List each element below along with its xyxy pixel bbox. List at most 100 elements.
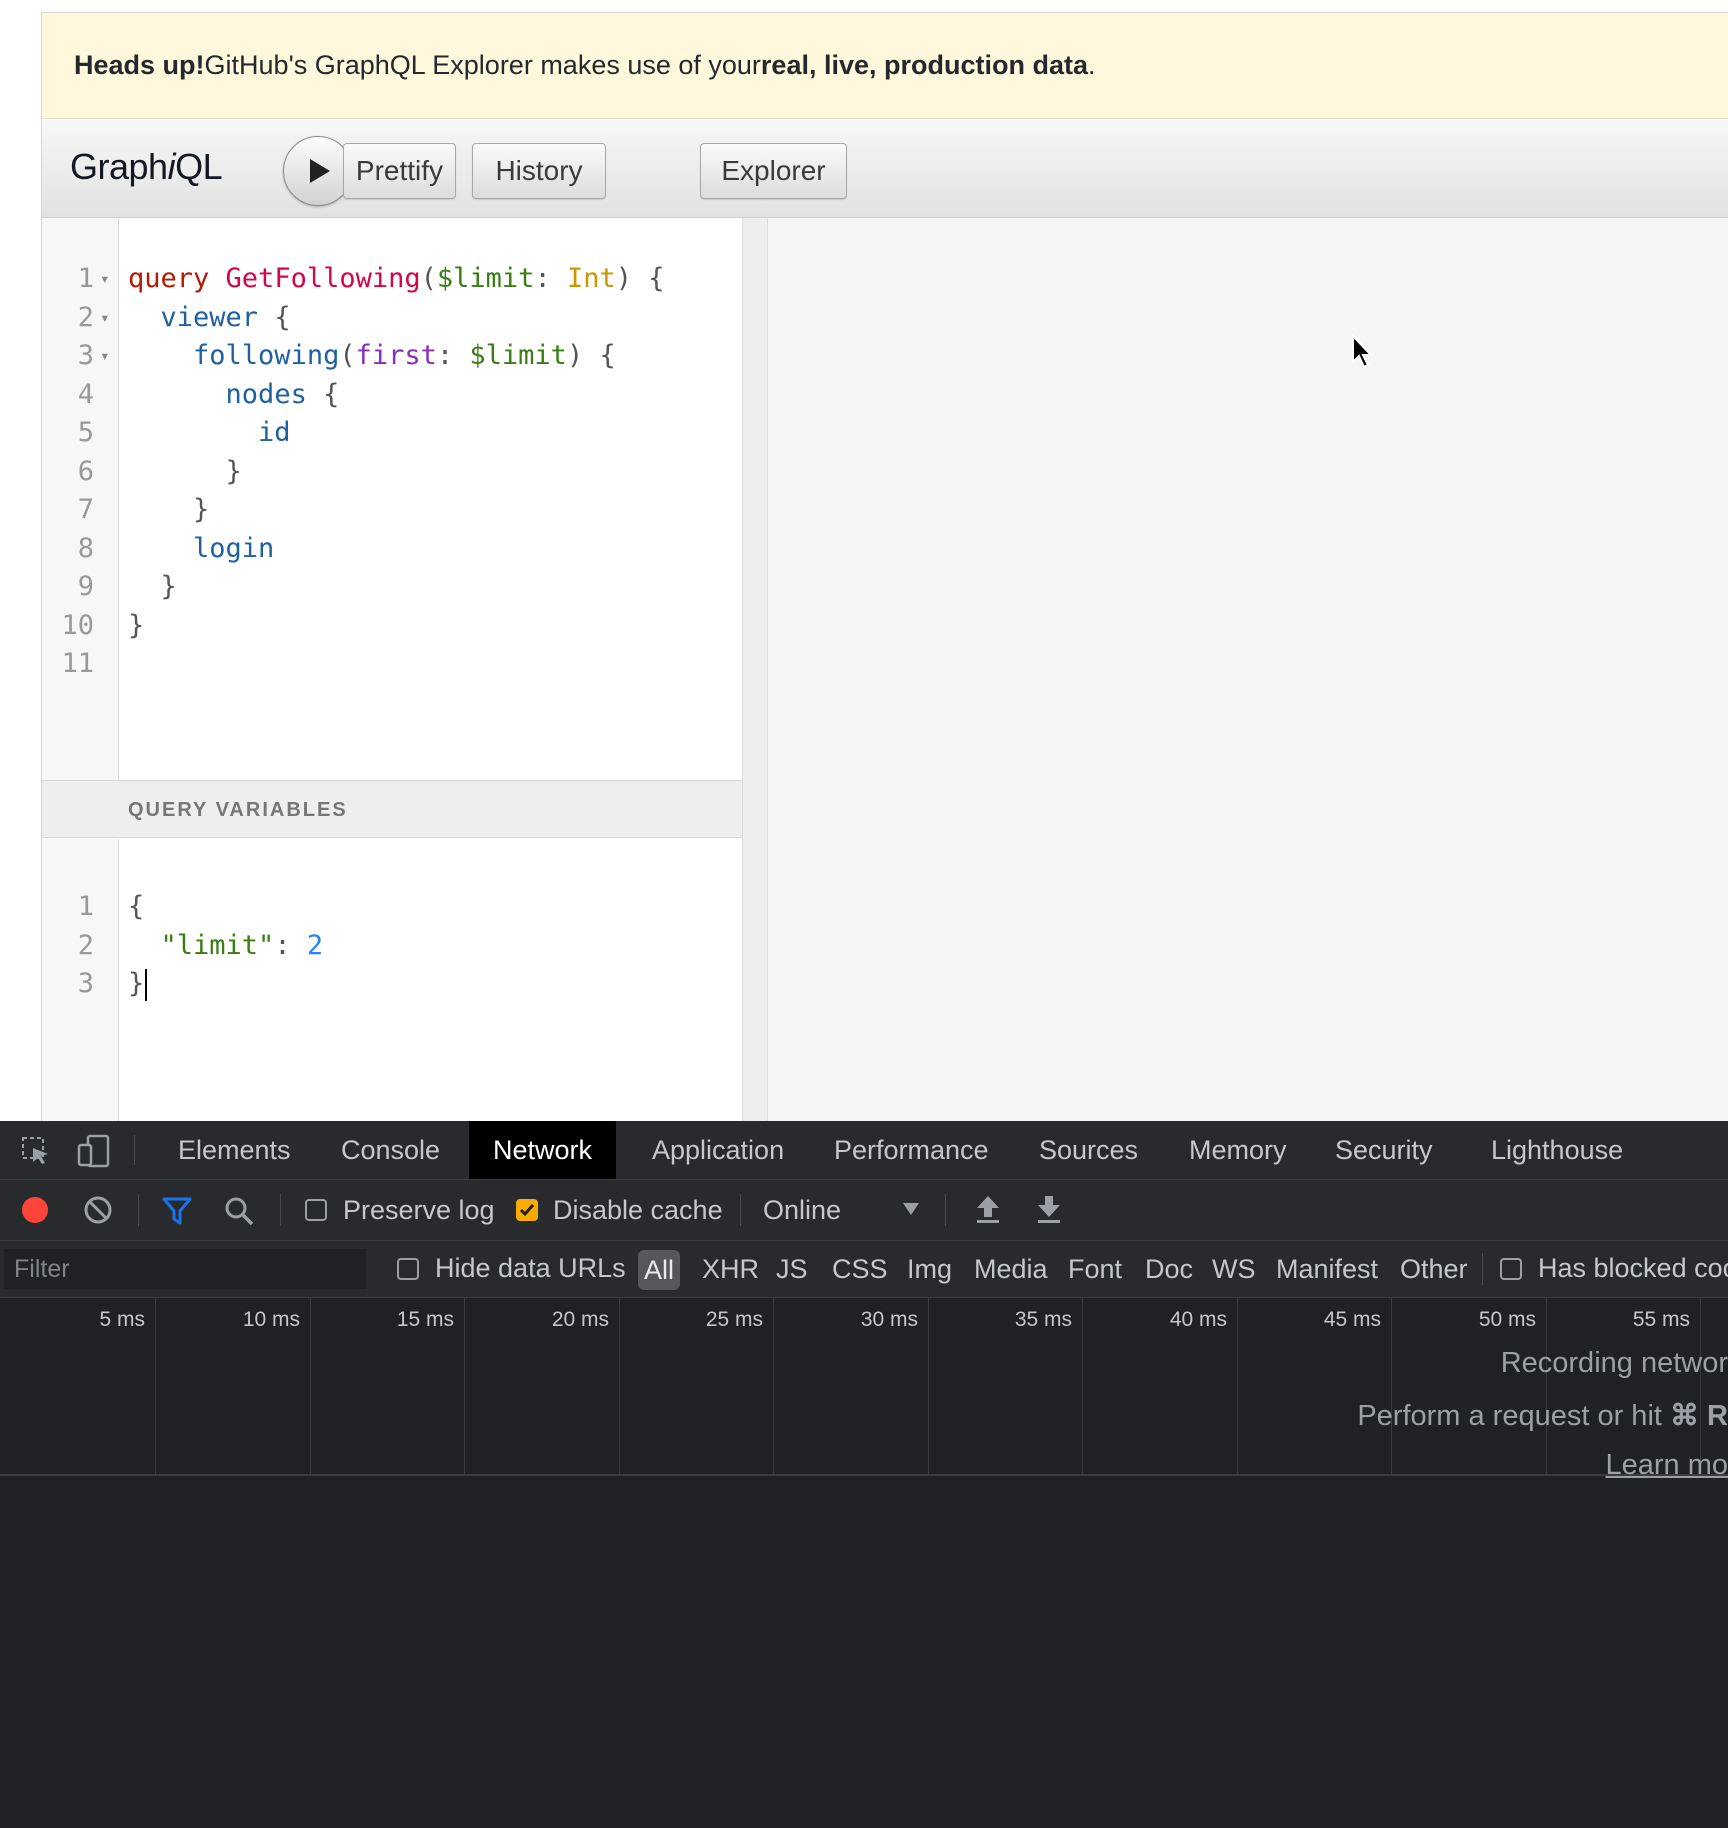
- banner-strong-lead: Heads up!: [74, 50, 205, 80]
- prettify-button[interactable]: Prettify: [343, 143, 456, 199]
- line-number: 5: [77, 417, 94, 448]
- timeline-tick-label: 20 ms: [551, 1308, 609, 1331]
- filter-input[interactable]: [4, 1249, 366, 1289]
- import-har-icon[interactable]: [973, 1193, 1003, 1225]
- query-variables-title: QUERY VARIABLES: [128, 799, 348, 821]
- code-text: login: [193, 532, 275, 564]
- text-caret: [145, 968, 148, 1001]
- code-text: nodes {: [225, 378, 340, 410]
- reload-shortcut: ⌘ R: [1670, 1400, 1728, 1432]
- timeline-tick-label: 5 ms: [99, 1308, 145, 1331]
- query-editor[interactable]: 1 ▾ query GetFollowing($limit: Int) {2 ▾ vi…: [42, 218, 742, 1121]
- banner-text: GitHub's GraphQL Explorer makes use of y…: [204, 50, 761, 80]
- search-icon[interactable]: [223, 1195, 255, 1227]
- warning-banner: Heads up! GitHub's GraphQL Explorer make…: [42, 13, 1728, 119]
- fold-toggle-icon[interactable]: ▾: [100, 260, 110, 298]
- timeline-gridline: [928, 1298, 929, 1474]
- filter-type-doc[interactable]: Doc: [1145, 1241, 1193, 1297]
- timeline-gridline: [1700, 1298, 1701, 1474]
- devtools-tab-memory[interactable]: Memory: [1165, 1121, 1311, 1179]
- disable-cache-label[interactable]: Disable cache: [553, 1195, 723, 1226]
- timeline-gridline: [1082, 1298, 1083, 1474]
- explorer-button[interactable]: Explorer: [700, 143, 847, 199]
- filter-type-ws[interactable]: WS: [1212, 1241, 1256, 1297]
- network-toolbar: Preserve log Disable cache Online: [0, 1180, 1728, 1241]
- line-number: 6: [77, 455, 94, 487]
- has-blocked-cookies-label[interactable]: Has blocked coo: [1538, 1253, 1728, 1284]
- dropdown-arrow-icon[interactable]: [902, 1202, 920, 1216]
- line-number: 1: [77, 891, 94, 922]
- timeline-tick-label: 50 ms: [1478, 1308, 1536, 1331]
- devtools-tab-application[interactable]: Application: [628, 1121, 808, 1179]
- record-icon[interactable]: [20, 1195, 50, 1225]
- devtools-tab-performance[interactable]: Performance: [810, 1121, 1013, 1179]
- preserve-log-label[interactable]: Preserve log: [343, 1195, 495, 1226]
- preserve-log-checkbox[interactable]: [305, 1199, 327, 1221]
- timeline-tick-label: 55 ms: [1632, 1308, 1690, 1331]
- has-blocked-cookies-checkbox[interactable]: [1500, 1258, 1522, 1280]
- filter-type-font[interactable]: Font: [1068, 1241, 1122, 1297]
- timeline-gridline: [1237, 1298, 1238, 1474]
- code-text: viewer {: [160, 301, 291, 333]
- timeline-tick-label: 10 ms: [242, 1308, 300, 1331]
- filter-icon[interactable]: [162, 1196, 192, 1226]
- browser-page: Heads up! GitHub's GraphQL Explorer make…: [0, 0, 1728, 1121]
- line-number: 1: [77, 263, 94, 294]
- line-number: 3: [77, 968, 94, 999]
- network-overview-timeline[interactable]: 5 ms 10 ms 15 ms 20 ms 25 ms 30 ms 35 ms 40 ms 4…: [0, 1298, 1728, 1476]
- query-variables-header[interactable]: QUERY VARIABLES: [42, 780, 742, 838]
- line-number: 3: [77, 340, 94, 371]
- device-toolbar-icon[interactable]: [76, 1133, 112, 1169]
- code-text: "limit": 2: [160, 929, 324, 961]
- devtools-tab-elements[interactable]: Elements: [154, 1121, 315, 1179]
- inspect-element-icon[interactable]: [20, 1135, 52, 1167]
- timeline-tick-label: 45 ms: [1323, 1308, 1381, 1331]
- devtools-tab-bar: Elements Console Network Application Perform…: [0, 1121, 1728, 1180]
- devtools-tab-console[interactable]: Console: [317, 1121, 464, 1179]
- code-text: }: [128, 571, 177, 602]
- timeline-tick-label: 35 ms: [1014, 1308, 1072, 1331]
- devtools-tab-sources[interactable]: Sources: [1015, 1121, 1162, 1179]
- fold-toggle-icon[interactable]: ▾: [100, 299, 110, 337]
- hide-data-urls-checkbox[interactable]: [397, 1258, 419, 1280]
- filter-type-xhr[interactable]: XHR: [702, 1241, 759, 1297]
- timeline-gridline: [310, 1298, 311, 1474]
- devtools-tab-security[interactable]: Security: [1311, 1121, 1457, 1179]
- filter-type-manifest[interactable]: Manifest: [1276, 1241, 1378, 1297]
- line-number: 8: [77, 532, 94, 564]
- timeline-tick-label: 40 ms: [1169, 1308, 1227, 1331]
- timeline-tick-label: 15 ms: [396, 1308, 454, 1331]
- throttling-select[interactable]: Online: [763, 1195, 841, 1226]
- network-filter-bar: Hide data URLs All XHR JS CSS Img Media Font Do…: [0, 1241, 1728, 1298]
- devtools-tab-lighthouse[interactable]: Lighthouse: [1467, 1121, 1647, 1179]
- banner-text-end: .: [1088, 50, 1096, 80]
- play-icon: [310, 159, 330, 183]
- timeline-tick-label: 30 ms: [860, 1308, 918, 1331]
- fold-toggle-icon[interactable]: ▾: [100, 337, 110, 375]
- clear-icon[interactable]: [83, 1195, 113, 1225]
- line-number: 7: [77, 494, 94, 525]
- graphiql-toolbar: GraphiQL Prettify History Explorer: [42, 120, 1728, 218]
- pane-resize-handle[interactable]: [742, 218, 768, 1121]
- devtools-tab-network[interactable]: Network: [469, 1121, 617, 1179]
- code-text: }: [128, 965, 148, 1003]
- result-pane: [768, 218, 1728, 1121]
- graphiql-title: GraphiQL: [70, 146, 223, 187]
- filter-type-img[interactable]: Img: [907, 1241, 952, 1297]
- export-har-icon[interactable]: [1034, 1193, 1064, 1225]
- filter-type-css[interactable]: CSS: [832, 1241, 888, 1297]
- history-button[interactable]: History: [472, 143, 606, 199]
- devtools-panel: Elements Console Network Application Perform…: [0, 1121, 1728, 1828]
- line-number: 4: [77, 378, 94, 410]
- hide-data-urls-label[interactable]: Hide data URLs: [435, 1253, 626, 1284]
- filter-type-other[interactable]: Other: [1400, 1241, 1468, 1297]
- timeline-gridline: [619, 1298, 620, 1474]
- filter-type-js[interactable]: JS: [776, 1241, 808, 1297]
- code-text: query GetFollowing($limit: Int) {: [128, 263, 665, 294]
- code-text: }: [128, 494, 210, 525]
- learn-more-link[interactable]: Learn mo: [1605, 1449, 1728, 1482]
- filter-type-all[interactable]: All: [638, 1250, 681, 1290]
- disable-cache-checkbox[interactable]: [516, 1199, 538, 1221]
- filter-type-media[interactable]: Media: [974, 1241, 1048, 1297]
- line-number: 9: [77, 571, 94, 602]
